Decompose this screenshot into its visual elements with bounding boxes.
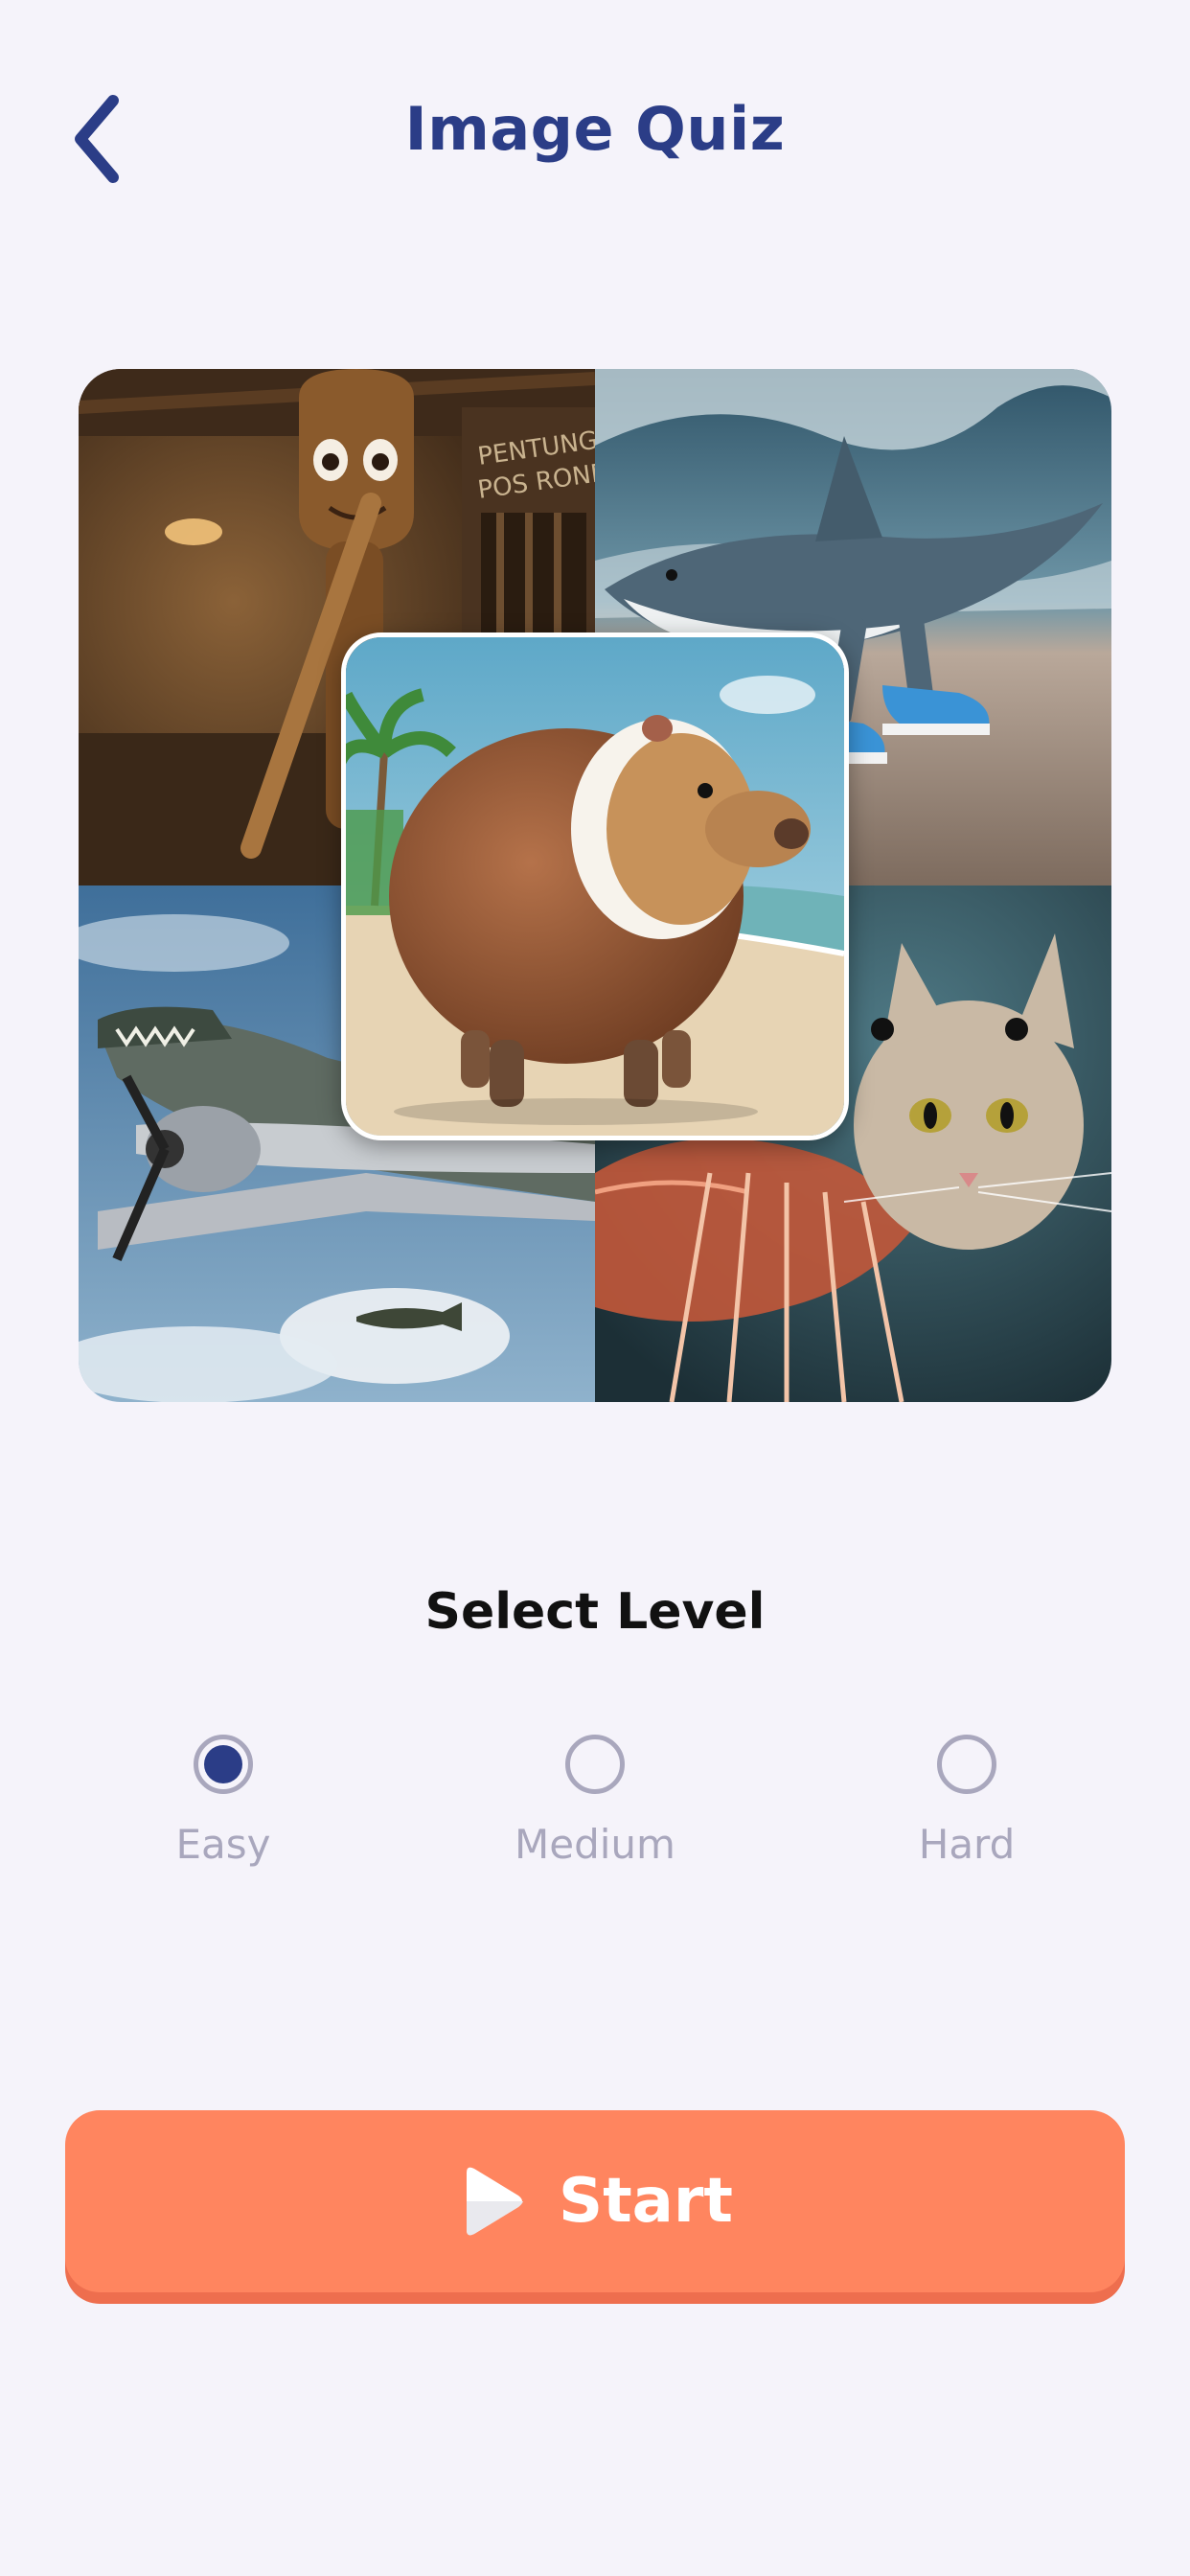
radio-selected-dot xyxy=(204,1745,242,1783)
hard-label: Hard xyxy=(918,1821,1016,1868)
select-level-heading: Select Level xyxy=(424,1583,766,1641)
medium-radio[interactable] xyxy=(565,1735,625,1794)
medium-label: Medium xyxy=(515,1821,675,1868)
hard-radio[interactable] xyxy=(937,1735,996,1794)
coconut-capybara-image xyxy=(341,632,849,1140)
start-button[interactable]: Start xyxy=(65,2110,1125,2292)
page-title: Image Quiz xyxy=(404,94,786,164)
easy-label: Easy xyxy=(175,1821,271,1868)
level-option-hard[interactable]: Hard xyxy=(842,1735,1091,1868)
image-quiz-screen: Image Quiz PENTUNGA POS RONE Select Leve… xyxy=(0,0,1190,2576)
play-icon xyxy=(466,2167,523,2236)
start-label: Start xyxy=(558,2166,734,2237)
level-option-easy[interactable]: Easy xyxy=(99,1735,348,1868)
level-options: Easy Medium Hard xyxy=(0,1735,1190,1907)
start-button-content: Start xyxy=(457,2165,733,2238)
easy-radio[interactable] xyxy=(194,1735,253,1794)
level-option-medium[interactable]: Medium xyxy=(470,1735,720,1868)
